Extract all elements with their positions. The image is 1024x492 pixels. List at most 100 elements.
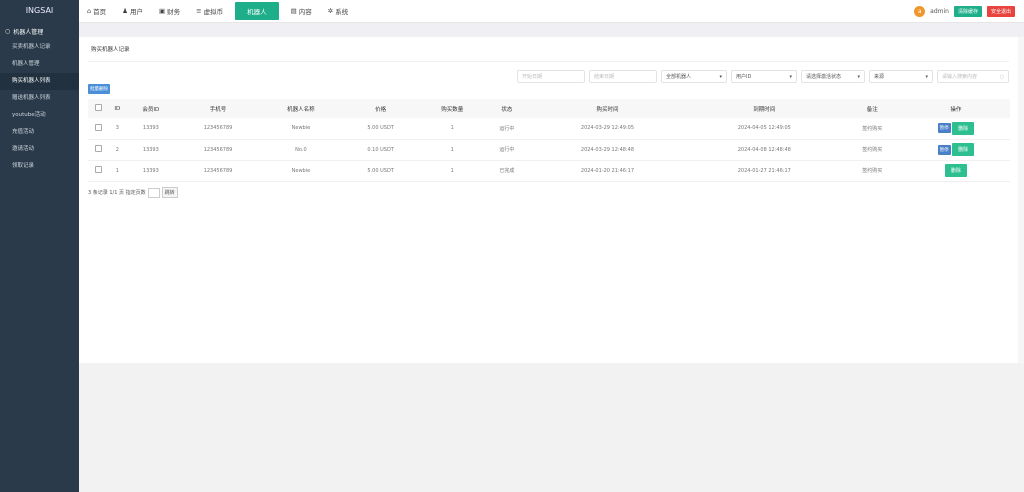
records-table: ID 会员ID 手机号 机器人名称 价格 购买数量 状态 购买时间 到期时间 备注 操作 3 1339… xyxy=(88,99,1010,182)
row-select xyxy=(88,139,109,161)
database-icon: ≡ xyxy=(196,7,202,15)
source-select[interactable]: 来源 ▾ xyxy=(869,70,933,83)
table-cell: 1 xyxy=(419,118,485,140)
nav-tab-label: 内容 xyxy=(298,8,312,16)
row-checkbox[interactable] xyxy=(94,145,102,152)
nav-tab[interactable]: ▣ 财务 xyxy=(151,0,188,23)
select-all-header xyxy=(88,99,109,118)
nav-tab[interactable]: ▤ 内容 xyxy=(283,0,320,23)
sidebar-item[interactable]: 买卖机器人记录 xyxy=(0,39,79,56)
table-cell: 2024-03-29 12:49:05 xyxy=(529,118,686,140)
avatar[interactable]: a xyxy=(914,5,926,17)
column-header: 手机号 xyxy=(175,99,261,118)
search-icon: ○ xyxy=(5,27,11,35)
delete-button[interactable]: 删除 xyxy=(944,164,967,177)
nav-tab[interactable]: 机器人 xyxy=(235,2,279,20)
actions-cell: 暂停 删除 xyxy=(901,118,1010,140)
table-cell: 123456789 xyxy=(175,160,261,182)
sidebar: INGSAI ○ 机器人管理 买卖机器人记录 机器人管理 购买机器人列表 赠送机器人列表… xyxy=(0,0,79,492)
table-cell: 运行中 xyxy=(484,118,530,140)
chevron-down-icon: ▾ xyxy=(789,73,792,80)
sidebar-item[interactable]: 机器人管理 xyxy=(0,56,79,73)
sidebar-item[interactable]: 领取记录 xyxy=(0,158,79,175)
row-checkbox[interactable] xyxy=(94,166,102,173)
column-header: 会员ID xyxy=(125,99,176,118)
chevron-down-icon: ▾ xyxy=(857,73,860,80)
table-cell: 已完成 xyxy=(484,160,530,182)
nav-tab-label: 财务 xyxy=(167,8,181,16)
table-row: 1 13393 123456789 Newbie 5.00 USDT 1 已完成 2024-0… xyxy=(88,160,1010,182)
table-cell: 1 xyxy=(419,160,485,182)
table-cell: 0.10 USDT xyxy=(341,139,420,161)
sidebar-item[interactable]: youtube活动 xyxy=(0,107,79,124)
table-cell: 签约购买 xyxy=(842,139,902,161)
page-number-input[interactable] xyxy=(147,187,160,198)
column-header: 购买时间 xyxy=(529,99,686,118)
clear-cache-button[interactable]: 清除缓存 xyxy=(953,5,982,17)
user-icon: ♟ xyxy=(122,7,128,15)
divider xyxy=(88,61,1009,62)
table-cell: 2024-01-20 21:46:17 xyxy=(529,160,686,182)
table-cell: Newbie xyxy=(260,160,342,182)
delete-button[interactable]: 删除 xyxy=(952,143,975,156)
chevron-down-icon: ▾ xyxy=(719,73,722,80)
nav-tab-label: 用户 xyxy=(129,8,143,16)
main-panel: 购买机器人记录 开始日期 结束日期 全部机器人 ▾ 用户ID ▾ 请选择激活状态 ▾ … xyxy=(79,37,1018,363)
table-cell: 2024-04-05 12:49:05 xyxy=(685,118,843,140)
sidebar-item[interactable]: 充值活动 xyxy=(0,124,79,141)
table-cell: 签约购买 xyxy=(842,118,902,140)
user-select[interactable]: 用户ID ▾ xyxy=(731,70,797,83)
table-cell: 运行中 xyxy=(484,139,530,161)
username[interactable]: admin xyxy=(930,8,949,15)
table-cell: 3 xyxy=(108,118,126,140)
table-row: 3 13393 123456789 Newbie 5.00 USDT 1 运行中 2024-0… xyxy=(88,118,1010,140)
search-input[interactable]: 请输入搜索内容 ○ xyxy=(937,70,1009,83)
table-cell: 签约购买 xyxy=(842,160,902,182)
column-header: 备注 xyxy=(842,99,902,118)
actions-cell: 暂停 删除 xyxy=(901,139,1010,161)
table-cell: 2024-01-27 21:46:17 xyxy=(685,160,843,182)
nav-tab[interactable]: ✲ 系统 xyxy=(320,0,356,23)
row-checkbox[interactable] xyxy=(94,123,102,131)
logo: INGSAI xyxy=(25,6,54,15)
nav-tab[interactable]: ≡ 虚拟币 xyxy=(188,0,231,23)
go-button[interactable]: 跳转 xyxy=(161,187,178,198)
home-icon: ⌂ xyxy=(87,7,92,15)
status-select[interactable]: 请选择激活状态 ▾ xyxy=(801,70,865,83)
column-header: 到期时间 xyxy=(685,99,843,118)
scrollbar[interactable] xyxy=(1018,37,1024,363)
pause-button[interactable]: 暂停 xyxy=(937,123,951,134)
table-cell: 13393 xyxy=(125,160,176,182)
user-select-value: 用户ID xyxy=(736,74,752,80)
logout-button[interactable]: 安全退出 xyxy=(986,5,1015,17)
end-date-input[interactable]: 结束日期 xyxy=(589,70,657,83)
pause-button[interactable]: 暂停 xyxy=(937,144,951,155)
search-placeholder: 请输入搜索内容 xyxy=(942,74,978,80)
nav-tab[interactable]: ♟ 用户 xyxy=(114,0,151,23)
sidebar-item[interactable]: 购买机器人列表 xyxy=(0,73,79,90)
bulk-delete-button[interactable]: 批量删除 xyxy=(88,84,110,94)
table-cell: 123456789 xyxy=(175,139,261,161)
page-title: 购买机器人记录 xyxy=(91,47,130,53)
table-cell: 13393 xyxy=(125,139,176,161)
nav-tab-label: 机器人 xyxy=(247,8,267,16)
table-cell: 13393 xyxy=(125,118,176,140)
robot-select[interactable]: 全部机器人 ▾ xyxy=(661,70,727,83)
pagination-summary: 3 条记录 1/1 页 指定页数 xyxy=(88,190,146,196)
nav-tab-label: 首页 xyxy=(93,8,107,16)
delete-button[interactable]: 删除 xyxy=(952,121,975,135)
table-row: 2 13393 123456789 No.0 0.10 USDT 1 运行中 2024-03-… xyxy=(88,139,1010,161)
search-icon[interactable]: ○ xyxy=(1000,74,1004,80)
table-cell: No.0 xyxy=(260,139,342,161)
sidebar-group-label: 机器人管理 xyxy=(13,28,44,36)
pagination: 3 条记录 1/1 页 指定页数 跳转 xyxy=(88,187,178,198)
sidebar-item[interactable]: 邀请活动 xyxy=(0,141,79,158)
nav-tab[interactable]: ⌂ 首页 xyxy=(79,0,114,23)
sidebar-item[interactable]: 赠送机器人列表 xyxy=(0,90,79,107)
table-cell: 2 xyxy=(108,139,126,161)
sidebar-group[interactable]: ○ 机器人管理 xyxy=(0,23,79,39)
table-cell: 1 xyxy=(108,160,126,182)
robot-select-value: 全部机器人 xyxy=(666,74,692,80)
select-all-checkbox[interactable] xyxy=(94,104,102,111)
start-date-input[interactable]: 开始日期 xyxy=(517,70,585,83)
